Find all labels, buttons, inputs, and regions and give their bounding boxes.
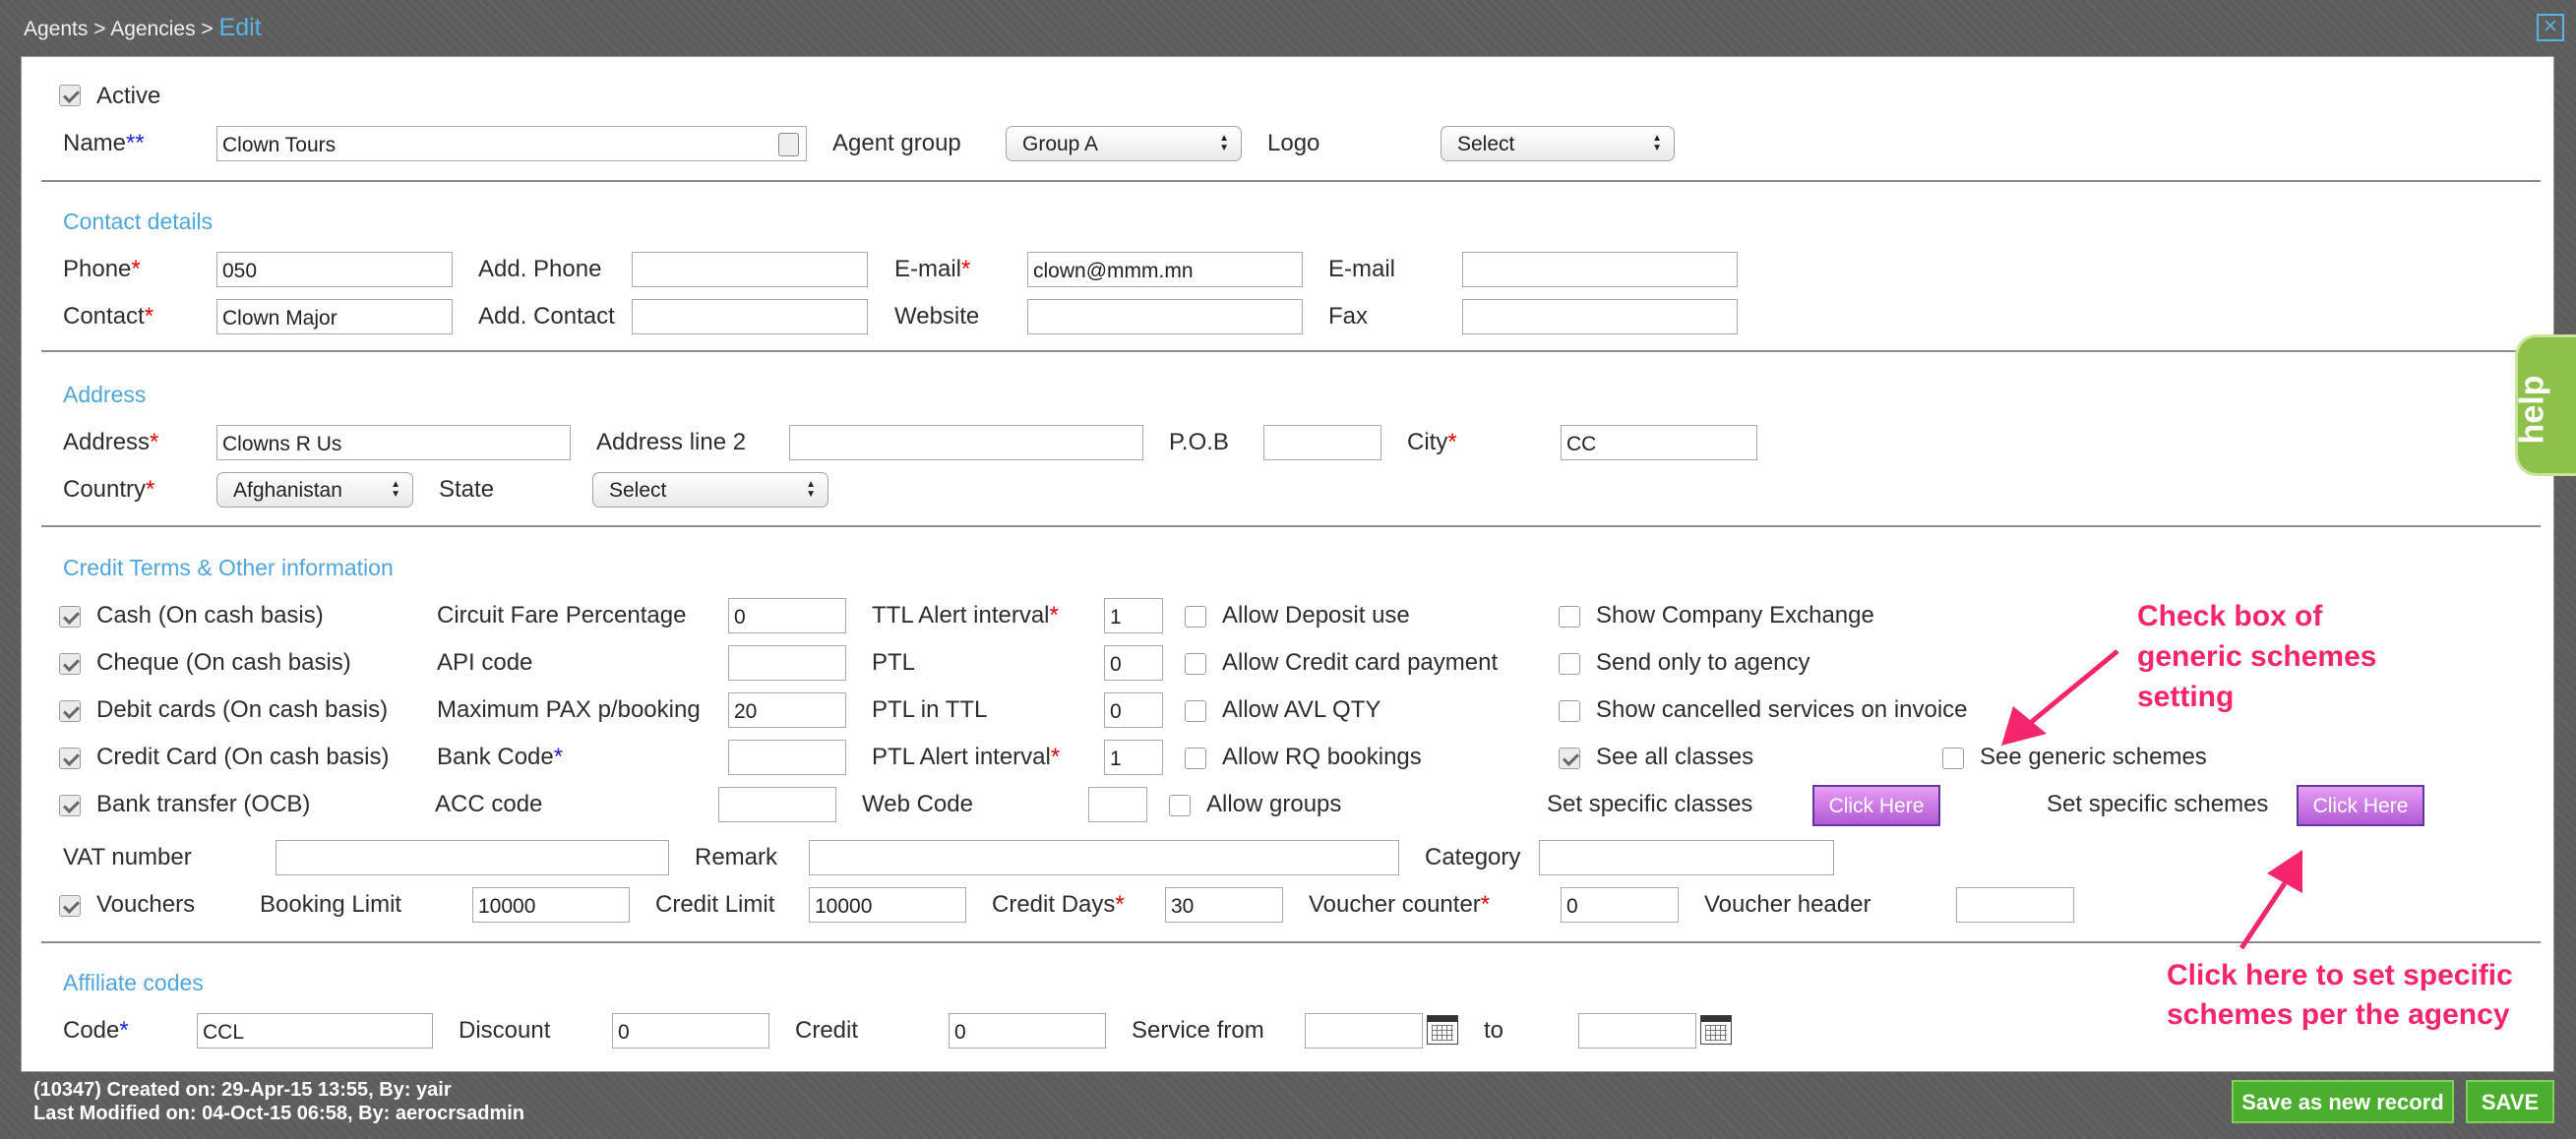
close-icon[interactable]: × (2537, 14, 2564, 41)
arrow-to-generic-checkbox (2001, 649, 2119, 746)
breadcrumb-separator: > (201, 18, 214, 40)
modified-info: Last Modified on: 04-Oct-15 06:58, By: a… (33, 1103, 525, 1124)
help-label: help (2513, 375, 2551, 445)
save-as-new-record-button[interactable]: Save as new record (2232, 1080, 2454, 1123)
breadcrumb-separator: > (93, 18, 106, 40)
annotation-arrows (2001, 649, 2302, 950)
breadcrumb-agencies[interactable]: Agencies (110, 18, 195, 40)
breadcrumb: Agents > Agencies > Edit (24, 14, 262, 42)
edit-agency-form: Active Name** Clown Tours Agent group Gr… (21, 56, 2554, 1072)
save-button[interactable]: SAVE (2466, 1080, 2554, 1123)
arrow-to-set-schemes-button (2239, 850, 2302, 950)
title-bar: Agents > Agencies > Edit × (0, 0, 2576, 55)
help-tab[interactable]: help (2513, 334, 2576, 476)
created-info: (10347) Created on: 29-Apr-15 13:55, By:… (33, 1079, 452, 1101)
breadcrumb-current: Edit (218, 14, 262, 41)
breadcrumb-agents[interactable]: Agents (24, 18, 88, 40)
record-info: (10347) Created on: 29-Apr-15 13:55, By:… (33, 1078, 524, 1125)
